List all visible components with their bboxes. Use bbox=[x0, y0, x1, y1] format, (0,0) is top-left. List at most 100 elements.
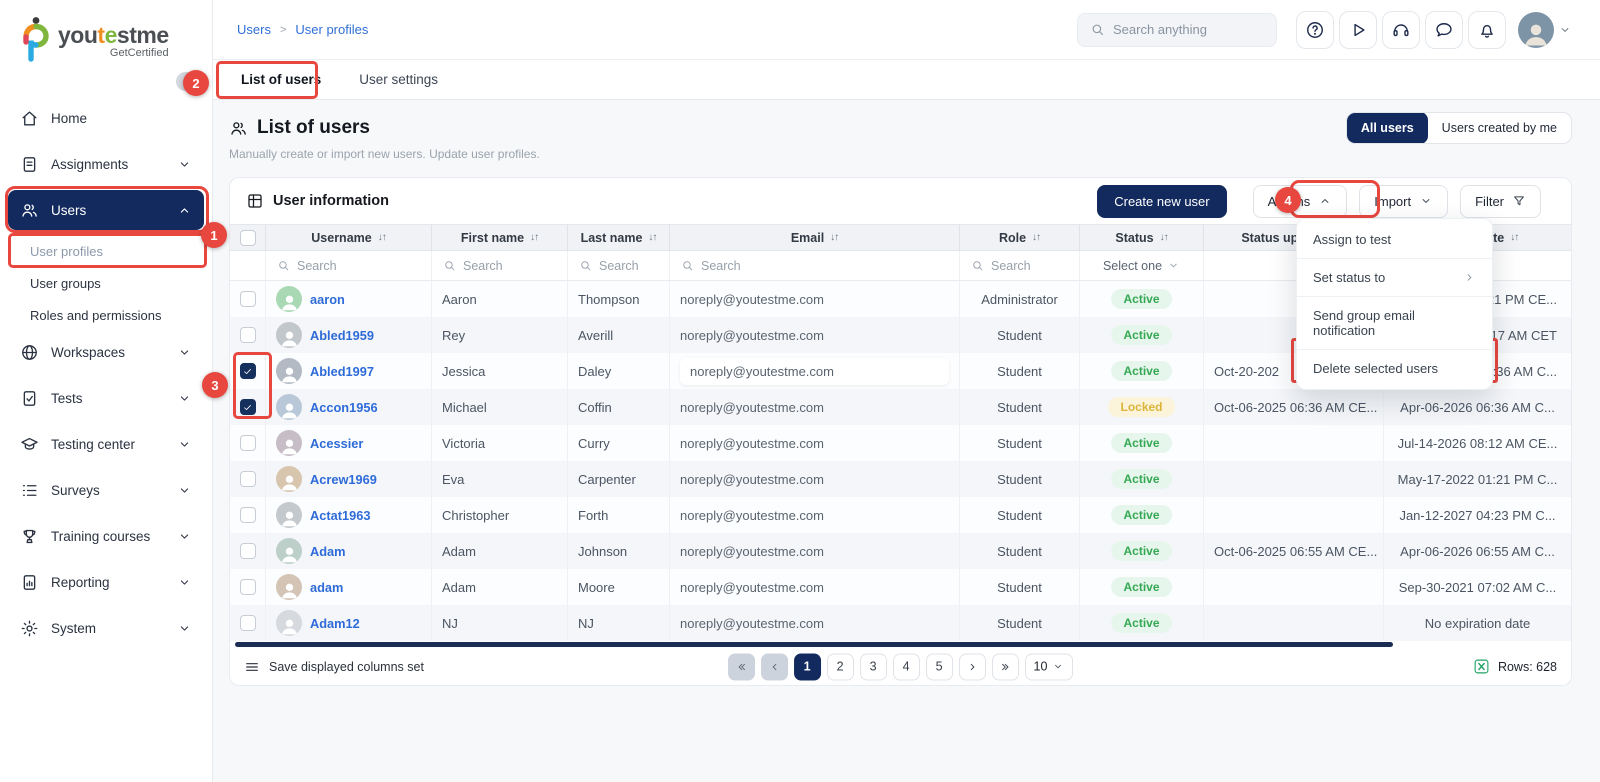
sidebar-collapse-toggle[interactable] bbox=[176, 72, 206, 91]
sidebar-item-tests[interactable]: Tests bbox=[8, 378, 204, 418]
page-size-select[interactable]: 10 bbox=[1025, 653, 1074, 680]
column-header-username[interactable]: Username↓↑ bbox=[266, 225, 432, 250]
next-page-button[interactable] bbox=[959, 653, 986, 680]
doc-icon bbox=[20, 155, 39, 174]
username-link[interactable]: Abled1997 bbox=[310, 364, 374, 379]
row-checkbox[interactable] bbox=[240, 399, 256, 415]
column-header-role[interactable]: Role↓↑ bbox=[960, 225, 1080, 250]
filter-status-select[interactable]: Select one bbox=[1080, 251, 1204, 280]
gear-icon bbox=[20, 619, 39, 638]
sidebar-subitem-user-groups[interactable]: User groups bbox=[8, 268, 204, 298]
filter-first_name-input[interactable] bbox=[463, 259, 556, 273]
excel-export-icon[interactable] bbox=[1473, 658, 1490, 675]
row-checkbox[interactable] bbox=[240, 327, 256, 343]
help-button[interactable] bbox=[1296, 11, 1334, 49]
filter-username-input[interactable] bbox=[297, 259, 420, 273]
column-header-status[interactable]: Status↓↑ bbox=[1080, 225, 1204, 250]
username-link[interactable]: Actat1963 bbox=[310, 508, 370, 523]
person-icon bbox=[279, 507, 300, 528]
create-new-user-button[interactable]: Create new user bbox=[1097, 185, 1226, 218]
row-checkbox[interactable] bbox=[240, 363, 256, 379]
filter-role-input[interactable] bbox=[991, 259, 1068, 273]
sidebar-item-surveys[interactable]: Surveys bbox=[8, 470, 204, 510]
previous-page-button[interactable] bbox=[761, 653, 788, 680]
dropdown-item-send-group-email-notification[interactable]: Send group email notification bbox=[1297, 296, 1492, 349]
page-button-2[interactable]: 2 bbox=[827, 653, 854, 680]
scope-option-users-created-by-me[interactable]: Users created by me bbox=[1428, 112, 1571, 144]
username-link[interactable]: aaron bbox=[310, 292, 345, 307]
row-checkbox[interactable] bbox=[240, 291, 256, 307]
filter-email-input[interactable] bbox=[701, 259, 948, 273]
card-title: User information bbox=[246, 192, 389, 210]
search-input[interactable] bbox=[1113, 22, 1253, 37]
save-columns-button[interactable]: Save displayed columns set bbox=[244, 659, 424, 675]
username-link[interactable]: adam bbox=[310, 580, 343, 595]
sidebar-subitem-roles-and-permissions[interactable]: Roles and permissions bbox=[8, 300, 204, 330]
username-link[interactable]: Accon1956 bbox=[310, 400, 378, 415]
sidebar-item-workspaces[interactable]: Workspaces bbox=[8, 332, 204, 372]
import-button[interactable]: Import bbox=[1359, 185, 1448, 218]
username-link[interactable]: Adam12 bbox=[310, 616, 360, 631]
username-link[interactable]: Abled1959 bbox=[310, 328, 374, 343]
dropdown-item-label: Send group email notification bbox=[1313, 308, 1476, 338]
person-icon bbox=[279, 615, 300, 636]
sidebar-item-training-courses[interactable]: Training courses bbox=[8, 516, 204, 556]
filter-button[interactable]: Filter bbox=[1460, 185, 1541, 218]
row-checkbox[interactable] bbox=[240, 471, 256, 487]
tab-list-of-users[interactable]: List of users bbox=[241, 72, 321, 87]
users-icon bbox=[229, 119, 248, 138]
breadcrumb-users[interactable]: Users bbox=[237, 22, 271, 37]
sidebar-item-assignments[interactable]: Assignments bbox=[8, 144, 204, 184]
sidebar-item-home[interactable]: Home bbox=[8, 98, 204, 138]
status-cell: Active bbox=[1080, 497, 1204, 533]
tutorial-button[interactable] bbox=[1339, 11, 1377, 49]
filter-last_name-input[interactable] bbox=[599, 259, 658, 273]
username-link[interactable]: Adam bbox=[310, 544, 346, 559]
scope-option-all-users[interactable]: All users bbox=[1347, 112, 1428, 144]
expiry-date-cell: May-17-2022 01:21 PM C... bbox=[1384, 461, 1571, 497]
page-button-4[interactable]: 4 bbox=[893, 653, 920, 680]
column-header-last_name[interactable]: Last name↓↑ bbox=[568, 225, 670, 250]
page-button-1[interactable]: 1 bbox=[794, 653, 821, 680]
row-checkbox[interactable] bbox=[240, 615, 256, 631]
chat-button[interactable] bbox=[1425, 11, 1463, 49]
username-link[interactable]: Acrew1969 bbox=[310, 472, 377, 487]
user-avatar bbox=[276, 502, 302, 528]
page-button-5[interactable]: 5 bbox=[926, 653, 953, 680]
first-page-button[interactable] bbox=[728, 653, 755, 680]
row-checkbox[interactable] bbox=[240, 435, 256, 451]
column-header-first_name[interactable]: First name↓↑ bbox=[432, 225, 568, 250]
breadcrumb-user-profiles[interactable]: User profiles bbox=[295, 22, 368, 37]
chevron-down-icon bbox=[1558, 23, 1572, 37]
row-select-cell bbox=[230, 569, 266, 605]
status-cell: Active bbox=[1080, 425, 1204, 461]
tab-user-settings[interactable]: User settings bbox=[359, 72, 438, 87]
last-page-button[interactable] bbox=[992, 653, 1019, 680]
sidebar-item-reporting[interactable]: Reporting bbox=[8, 562, 204, 602]
email-edit-field[interactable]: noreply@youtestme.com bbox=[680, 358, 949, 385]
support-button[interactable] bbox=[1382, 11, 1420, 49]
dropdown-item-delete-selected-users[interactable]: Delete selected users bbox=[1297, 349, 1492, 387]
dropdown-item-assign-to-test[interactable]: Assign to test bbox=[1297, 221, 1492, 258]
column-label: Role bbox=[999, 231, 1026, 245]
sidebar-item-label: Tests bbox=[51, 391, 165, 406]
horizontal-scrollbar bbox=[232, 641, 1569, 648]
row-checkbox[interactable] bbox=[240, 507, 256, 523]
row-checkbox[interactable] bbox=[240, 579, 256, 595]
page-button-3[interactable]: 3 bbox=[860, 653, 887, 680]
dropdown-item-set-status-to[interactable]: Set status to bbox=[1297, 258, 1492, 296]
username-link[interactable]: Acessier bbox=[310, 436, 363, 451]
actions-button[interactable]: Actions bbox=[1253, 185, 1348, 218]
notifications-button[interactable] bbox=[1468, 11, 1506, 49]
filter-first_name bbox=[432, 251, 568, 280]
sidebar-item-users[interactable]: Users bbox=[8, 190, 204, 230]
global-search[interactable] bbox=[1077, 13, 1277, 47]
sidebar-item-system[interactable]: System bbox=[8, 608, 204, 648]
row-checkbox[interactable] bbox=[240, 543, 256, 559]
sidebar-subitem-user-profiles[interactable]: User profiles bbox=[8, 236, 204, 266]
select-all-checkbox[interactable] bbox=[240, 230, 256, 246]
profile-menu[interactable] bbox=[1518, 12, 1572, 48]
horizontal-scrollbar-thumb[interactable] bbox=[235, 642, 1393, 647]
column-header-email[interactable]: Email↓↑ bbox=[670, 225, 960, 250]
sidebar-item-testing-center[interactable]: Testing center bbox=[8, 424, 204, 464]
